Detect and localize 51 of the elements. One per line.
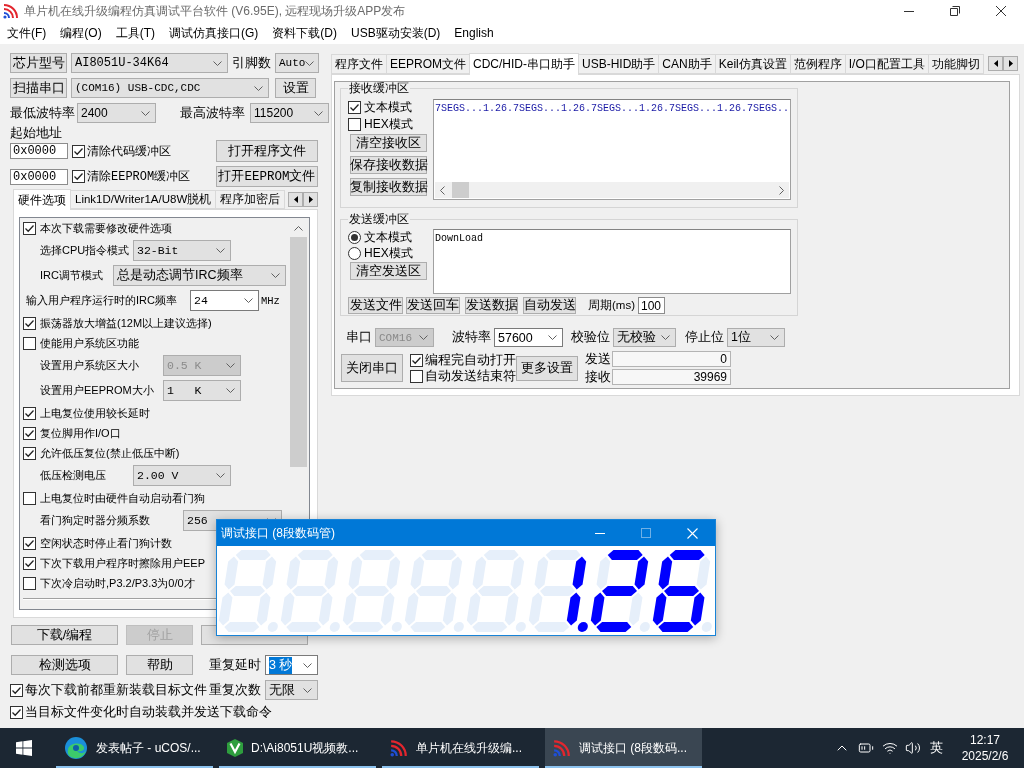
checkbox-label: 每次下载前都重新装载目标文件 — [25, 681, 207, 699]
taskbar-app-title: 单片机在线升级编... — [416, 739, 522, 757]
counter-label: 发送 — [585, 351, 612, 367]
dialog-title: 调试接口 (8段数码管) — [220, 524, 336, 542]
checkbox-label: 下次冷启动时,P3.2/P3.3为0/0才 — [40, 575, 195, 591]
checkbox-label: HEX模式 — [364, 116, 413, 133]
checkbox-label: 复位脚用作I/O口 — [40, 425, 121, 441]
field-label: 校验位 — [571, 329, 610, 346]
checkbox-label: 自动发送结束符 — [425, 367, 516, 385]
checkbox-label: 上电复位使用较长延时 — [40, 405, 150, 421]
radio-label: 文本模式 — [364, 228, 412, 246]
field-label: 起始地址 — [10, 125, 62, 142]
counter-field: 39969 — [612, 369, 731, 385]
taskbar-app-title: D:\Ai8051U视频教... — [251, 739, 359, 757]
option-label: 输入用户程序运行时的IRC频率 — [26, 293, 178, 308]
option-label: 设置用户系统区大小 — [40, 358, 140, 373]
field-label: 最低波特率 — [10, 104, 75, 122]
checkbox-label: 文本模式 — [364, 99, 412, 116]
field-label: 周期(ms) — [588, 298, 635, 313]
checkbox-label: 允许低压复位(禁止低压中断) — [40, 445, 180, 461]
checkbox-label: 使能用户系统区功能 — [40, 335, 139, 351]
unit-label: MHz — [261, 294, 280, 307]
checkbox-label: 清除EEPROM缓冲区 — [87, 169, 191, 185]
field-label: 重复次数 — [209, 681, 261, 699]
window-title: 单片机在线升级编程仿真调试平台软件 (V6.95E), 远程现场升级APP发布 — [24, 2, 407, 20]
option-label: 低压检测电压 — [40, 468, 107, 483]
radio-label: HEX模式 — [364, 244, 413, 262]
checkbox-label: 编程完自动打开 — [425, 351, 516, 369]
group-title: 发送缓冲区 — [348, 213, 410, 226]
checkbox-label: 当目标文件变化时自动装载并发送下载命令 — [25, 703, 272, 721]
counter-label: 接收 — [585, 369, 612, 385]
checkbox-label: 上电复位时由硬件自动启动看门狗 — [40, 490, 205, 506]
option-label: IRC调节模式 — [40, 268, 104, 283]
checkbox-label: 清除代码缓冲区 — [87, 143, 171, 160]
group-title: 接收缓冲区 — [348, 82, 410, 95]
field-label: 串口 — [346, 329, 372, 346]
field-label: 波特率 — [452, 329, 491, 346]
checkbox-label: 空闲状态时停止看门狗计数 — [40, 535, 172, 551]
checkbox-label: 下次下载用户程序时擦除用户EEP — [40, 555, 205, 571]
field-label: 停止位 — [685, 329, 724, 346]
taskbar-app-title: 发表帖子 - uCOS/... — [96, 739, 201, 757]
counter-field: 0 — [612, 351, 731, 367]
field-label: 重复延时 — [209, 656, 261, 674]
option-label: 选择CPU指令模式 — [40, 243, 131, 258]
taskbar-app-title: 调试接口 (8段数码... — [579, 739, 687, 757]
option-label: 看门狗定时器分频系数 — [40, 513, 151, 528]
checkbox-label: 振荡器放大增益(12M以上建议选择) — [40, 315, 212, 331]
checkbox-label: 本次下载需要修改硬件选项 — [40, 220, 172, 236]
option-label: 设置用户EEPROM大小 — [40, 383, 155, 398]
field-label: 最高波特率 — [180, 104, 245, 122]
field-label: 引脚数 — [232, 54, 271, 72]
